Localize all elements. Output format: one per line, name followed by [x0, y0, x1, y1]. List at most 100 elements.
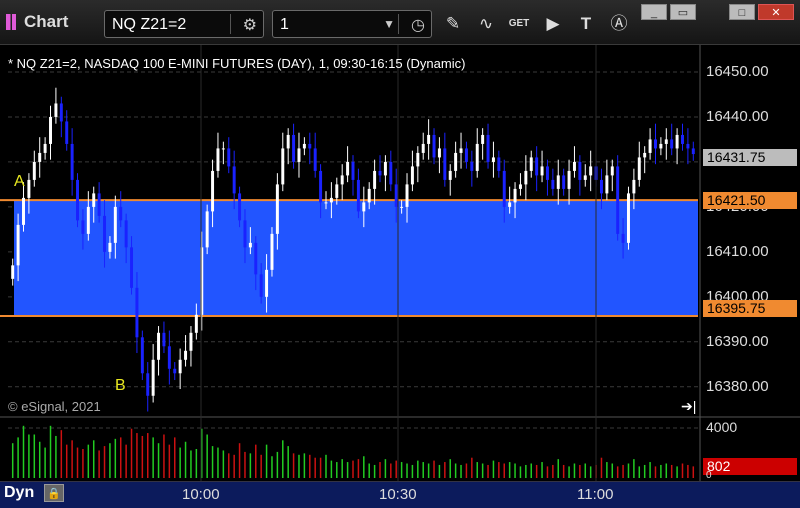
volume-axis-top: 4000 — [706, 419, 738, 435]
candle-body — [43, 143, 47, 153]
candle-body — [405, 184, 409, 207]
candle-body — [373, 170, 377, 189]
candle-body — [475, 143, 479, 171]
candle-body — [589, 166, 593, 176]
candle-body — [470, 161, 474, 171]
x-tick-label: 10:00 — [182, 486, 220, 503]
candle-body — [394, 184, 398, 207]
candle-body — [518, 184, 522, 189]
candle-body — [459, 148, 463, 153]
candle-body — [675, 134, 679, 149]
candle-body — [605, 175, 609, 194]
lock-icon[interactable]: 🔒 — [44, 484, 64, 502]
candle-body — [448, 170, 452, 180]
candle-body — [205, 211, 209, 248]
candle-body — [32, 161, 36, 180]
candle-body — [670, 139, 674, 149]
candle-body — [681, 134, 684, 144]
label-a: A — [14, 173, 25, 190]
candle-body — [389, 161, 393, 185]
lower-line-tag: 16395.75 — [703, 300, 797, 317]
candle-body — [27, 179, 31, 198]
candle-body — [124, 220, 128, 248]
candle-body — [583, 175, 587, 180]
candle-body — [346, 161, 350, 176]
candle-body — [313, 148, 317, 171]
candle-body — [76, 179, 80, 221]
volume-last-tag: 802 — [703, 458, 797, 475]
candle-body — [362, 202, 366, 212]
candle-body — [643, 152, 647, 158]
candle-body — [189, 332, 193, 351]
candle-body — [502, 170, 506, 207]
candle-body — [22, 197, 25, 225]
x-tick-label: 10:30 — [379, 486, 417, 503]
candle-body — [178, 359, 182, 374]
chart-info-line: * NQ Z21=2, NASDAQ 100 E-MINI FUTURES (D… — [8, 56, 466, 71]
label-b: B — [115, 377, 126, 394]
candle-body — [113, 206, 117, 243]
candle-body — [464, 148, 468, 162]
candle-body — [238, 193, 242, 221]
candle-body — [351, 161, 355, 180]
price-chart[interactable] — [0, 0, 800, 507]
candle-body — [108, 242, 112, 252]
candle-body — [329, 197, 333, 203]
candle-body — [524, 170, 528, 185]
candle-body — [335, 184, 339, 198]
candle-body — [664, 139, 668, 144]
candle-body — [211, 170, 215, 212]
x-tick-label: 11:00 — [577, 486, 614, 503]
candle-body — [454, 152, 458, 171]
candle-body — [340, 175, 344, 185]
candle-body — [626, 193, 630, 243]
candle-body — [540, 166, 544, 176]
candle-body — [97, 193, 101, 216]
candle-body — [383, 161, 387, 176]
candle-body — [281, 148, 285, 185]
candle-body — [578, 161, 582, 180]
candle-body — [140, 337, 144, 374]
candle-body — [130, 247, 134, 288]
candle-body — [92, 193, 96, 207]
candle-body — [648, 139, 652, 153]
go-to-end-icon[interactable]: ➔| — [681, 398, 696, 415]
candle-body — [173, 368, 177, 374]
candle-body — [265, 269, 269, 297]
candle-body — [400, 206, 404, 208]
candle-body — [194, 314, 198, 333]
candle-body — [292, 134, 296, 162]
candle-body — [248, 242, 252, 248]
candle-body — [356, 179, 360, 212]
candle-body — [637, 157, 641, 180]
candle-body — [286, 134, 290, 149]
candle-body — [65, 121, 69, 144]
candle-body — [243, 220, 247, 248]
candle-body — [378, 170, 382, 176]
candle-body — [59, 103, 63, 122]
candle-body — [275, 184, 279, 234]
candle-body — [103, 215, 107, 252]
copyright-text: © eSignal, 2021 — [8, 399, 101, 414]
candle-body — [70, 143, 74, 180]
candle-body — [54, 103, 58, 117]
candle-body — [481, 134, 485, 144]
candle-body — [86, 206, 90, 234]
candle-body — [432, 134, 436, 158]
candle-body — [416, 152, 420, 167]
candle-body — [49, 116, 52, 144]
candle-body — [427, 134, 431, 144]
candle-body — [443, 148, 447, 180]
candle-body — [599, 179, 603, 194]
candle-body — [227, 148, 231, 167]
candle-body — [691, 148, 695, 155]
volume-axis-zero: 0 — [706, 470, 712, 481]
candle-body — [508, 202, 512, 207]
mode-label[interactable]: Dyn — [4, 484, 34, 502]
y-tick-label: 16390.00 — [706, 332, 769, 350]
y-tick-label: 16440.00 — [706, 107, 769, 125]
y-tick-label: 16410.00 — [706, 242, 769, 260]
candle-body — [437, 148, 441, 158]
candle-body — [545, 166, 549, 180]
candle-body — [146, 373, 150, 396]
